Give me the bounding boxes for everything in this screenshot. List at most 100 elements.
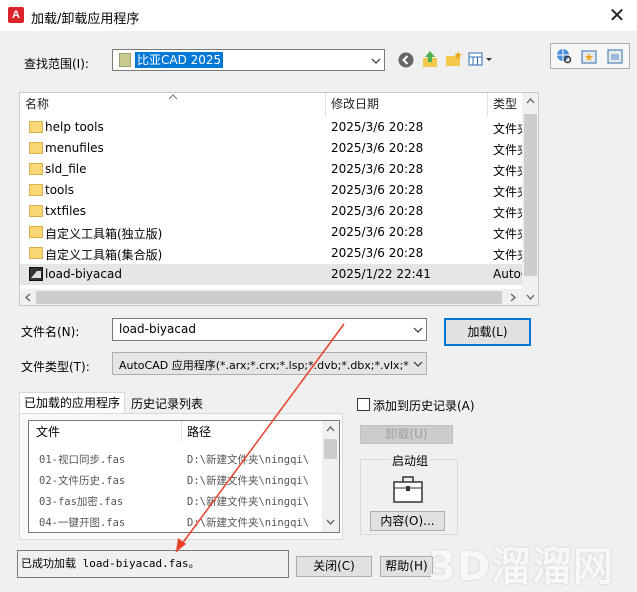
globe-search-icon[interactable] [555, 47, 573, 65]
file-list[interactable]: 名称 修改日期 类型 help tools2025/3/6 20:28文件夹me… [19, 92, 539, 306]
scroll-up-icon[interactable] [326, 426, 335, 432]
column-header-path[interactable]: 路径 [187, 423, 211, 440]
list-item[interactable]: load-biyacad 2025/1/22 22:41 AutoCAD [20, 264, 522, 285]
row-date: 2025/3/6 20:28 [331, 246, 424, 260]
column-header-type[interactable]: 类型 [493, 93, 517, 116]
scroll-left-icon[interactable] [25, 293, 31, 302]
scroll-right-icon[interactable] [510, 293, 516, 302]
row-file: 04-一键开图.fas [39, 517, 126, 529]
chevron-down-icon [371, 58, 381, 64]
history-checkbox[interactable] [357, 398, 370, 411]
watermark: 3D溜溜网 [428, 544, 615, 590]
lookin-value: 比亚CAD 2025 [135, 52, 224, 68]
folder-icon [29, 142, 43, 154]
close-window-icon[interactable]: ✕ [604, 3, 630, 27]
row-date: 2025/3/6 20:28 [331, 225, 424, 239]
scroll-up-icon[interactable] [526, 98, 535, 104]
column-header-file[interactable]: 文件 [36, 423, 60, 440]
table-row[interactable]: 04-一键开图.fas D:\新建文件夹\ningqi\ [29, 513, 322, 532]
row-name: sld_file [45, 162, 87, 176]
table-row[interactable]: 01-视口同步.fas D:\新建文件夹\ningqi\ [29, 450, 322, 471]
row-name: help tools [45, 120, 104, 134]
row-path: D:\新建文件夹\ningqi\ [187, 496, 310, 508]
lookin-combo[interactable]: 比亚CAD 2025 [112, 49, 385, 71]
table-row[interactable]: 03-fas加密.fas D:\新建文件夹\ningqi\ [29, 492, 322, 513]
scroll-corner [522, 289, 538, 305]
horizontal-scrollbar[interactable] [20, 289, 522, 305]
column-header-name[interactable]: 名称 [25, 93, 49, 116]
up-folder-icon[interactable] [421, 50, 439, 68]
list-item[interactable]: help tools 2025/3/6 20:28 文件夹 [20, 117, 522, 138]
load-button[interactable]: 加载(L) [444, 318, 531, 346]
loaded-apps-list[interactable]: 文件 路径 01-视口同步.fas D:\新建文件夹\ningqi\ 02-文件历史… [28, 420, 340, 533]
favorites-folder-icon[interactable] [606, 47, 624, 65]
row-type: AutoCAD [493, 267, 522, 281]
help-button[interactable]: 帮助(H) [380, 556, 433, 577]
row-date: 2025/3/6 20:28 [331, 141, 424, 155]
column-divider[interactable] [181, 421, 182, 441]
scroll-thumb[interactable] [524, 114, 537, 276]
row-type: 文件夹 [493, 206, 522, 220]
row-file: 01-视口同步.fas [39, 454, 126, 466]
row-date: 2025/3/6 20:28 [331, 162, 424, 176]
filename-value: load-biyacad [119, 322, 196, 336]
row-path: D:\新建文件夹\ningqi\ [187, 454, 310, 466]
row-name: txtfiles [45, 204, 87, 218]
row-name: menufiles [45, 141, 104, 155]
row-type: 文件夹 [493, 143, 522, 157]
filename-label: 文件名(N): [21, 325, 80, 339]
folder-icon [29, 121, 43, 133]
list-item[interactable]: 自定义工具箱(集合版) 2025/3/6 20:28 文件夹 [20, 243, 522, 264]
chevron-down-icon [413, 327, 423, 333]
folder-icon [29, 205, 43, 217]
row-path: D:\新建文件夹\ningqi\ [187, 475, 310, 487]
new-folder-icon[interactable] [445, 50, 463, 68]
row-type: 文件夹 [493, 248, 522, 262]
filename-combo[interactable]: load-biyacad [112, 318, 427, 341]
vertical-scrollbar[interactable] [322, 421, 339, 532]
list-item[interactable]: tools 2025/3/6 20:28 文件夹 [20, 180, 522, 201]
filetype-value: AutoCAD 应用程序(*.arx;*.crx;*.lsp;*.dvb;*.d… [119, 359, 409, 372]
briefcase-icon[interactable] [392, 474, 424, 504]
contents-button[interactable]: 内容(O)... [370, 511, 445, 531]
filetype-select[interactable]: AutoCAD 应用程序(*.arx;*.crx;*.lsp;*.dvb;*.d… [112, 352, 427, 375]
scroll-down-icon[interactable] [526, 294, 535, 300]
column-divider[interactable] [325, 93, 326, 116]
list-item[interactable]: menufiles 2025/3/6 20:28 文件夹 [20, 138, 522, 159]
history-checkbox-label[interactable]: 添加到历史记录(A) [373, 397, 475, 414]
folder-icon [119, 53, 131, 67]
row-type: 文件夹 [493, 185, 522, 199]
scroll-thumb[interactable] [324, 439, 337, 459]
column-divider[interactable] [487, 93, 488, 116]
unload-button[interactable]: 卸载(U) [360, 425, 453, 444]
list-item[interactable]: sld_file 2025/3/6 20:28 文件夹 [20, 159, 522, 180]
filetype-label: 文件类型(T): [21, 360, 90, 374]
folder-icon [29, 163, 43, 175]
folder-icon [29, 247, 43, 259]
status-text: 已成功加载 load-biyacad.fas。 [21, 557, 200, 570]
chevron-down-icon [413, 361, 423, 367]
row-date: 2025/3/6 20:28 [331, 120, 424, 134]
scroll-thumb[interactable] [36, 291, 502, 304]
add-favorite-icon[interactable] [580, 47, 598, 65]
folder-icon [29, 184, 43, 196]
row-file: 02-文件历史.fas [39, 475, 126, 487]
views-menu-icon[interactable] [468, 52, 494, 68]
tab-history-list[interactable]: 历史记录列表 [127, 394, 207, 415]
vertical-scrollbar[interactable] [522, 93, 538, 289]
loaded-apps-panel: 文件 路径 01-视口同步.fas D:\新建文件夹\ningqi\ 02-文件历史… [19, 413, 343, 540]
autocad-app-icon: A [8, 7, 24, 23]
list-item[interactable]: 自定义工具箱(独立版) 2025/3/6 20:28 文件夹 [20, 222, 522, 243]
tab-loaded-apps[interactable]: 已加载的应用程序 [19, 392, 126, 414]
list-item[interactable]: txtfiles 2025/3/6 20:28 文件夹 [20, 201, 522, 222]
row-name: tools [45, 183, 74, 197]
close-button[interactable]: 关闭(C) [296, 556, 372, 577]
column-header-date[interactable]: 修改日期 [331, 93, 379, 116]
sort-up-icon [168, 94, 178, 100]
table-row[interactable]: 02-文件历史.fas D:\新建文件夹\ningqi\ [29, 471, 322, 492]
status-bar: 已成功加载 load-biyacad.fas。 [17, 550, 289, 578]
scroll-down-icon[interactable] [326, 519, 335, 525]
back-icon[interactable] [397, 51, 415, 69]
row-name: load-biyacad [45, 267, 122, 281]
row-type: 文件夹 [493, 164, 522, 178]
